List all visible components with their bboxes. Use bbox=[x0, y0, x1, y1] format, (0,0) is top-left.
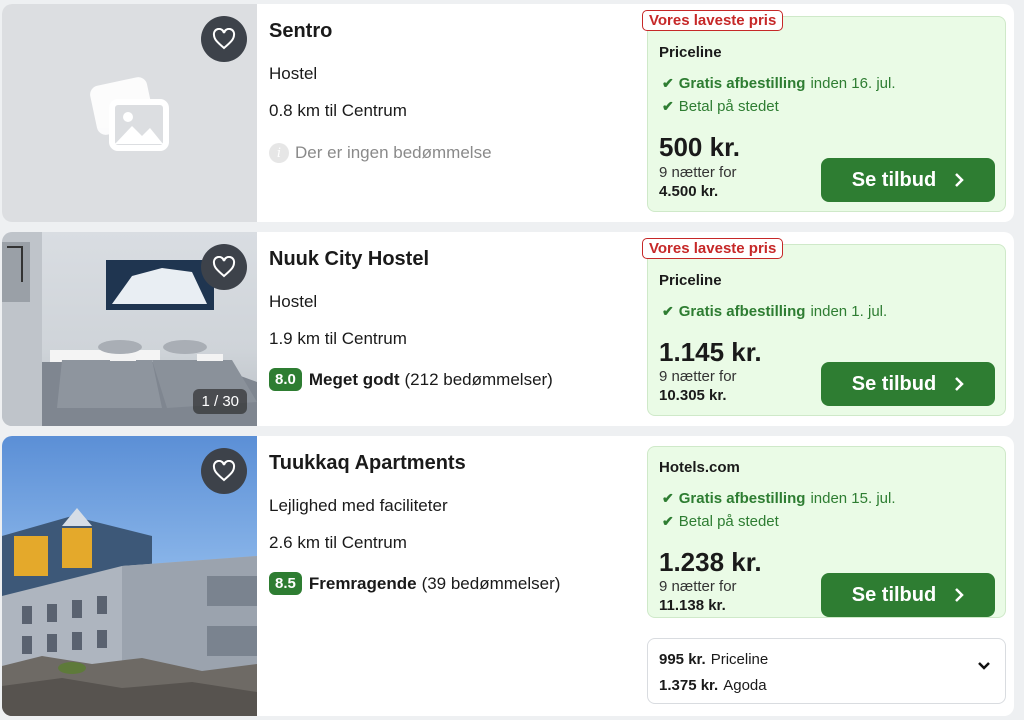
heart-icon bbox=[212, 28, 236, 50]
free-cancellation-perk: ✔ Gratis afbestilling inden 15. jul. bbox=[662, 490, 896, 507]
total-price: 10.305 kr. bbox=[659, 387, 727, 404]
nightly-price: 1.238 kr. bbox=[659, 547, 762, 577]
no-rating-text: Der er ingen bedømmelse bbox=[295, 143, 492, 162]
nights-label: 9 nætter for bbox=[659, 368, 737, 385]
review-count: (39 bedømmelser) bbox=[421, 573, 561, 593]
nightly-price: 1.145 kr. bbox=[659, 337, 762, 367]
check-icon: ✔ bbox=[662, 75, 674, 91]
chevron-right-icon bbox=[955, 588, 964, 602]
deal-box[interactable]: Hotels.com ✔ Gratis afbestilling inden 15… bbox=[647, 446, 1006, 618]
favorite-button[interactable] bbox=[201, 244, 247, 290]
hotel-name[interactable]: Tuukkaq Apartments bbox=[269, 452, 466, 475]
pay-at-property-perk: ✔ Betal på stedet bbox=[662, 98, 779, 115]
rating: 8.0 Meget godt (212 bedømmelser) bbox=[269, 368, 553, 391]
deal-provider: Priceline bbox=[659, 44, 722, 61]
check-icon: ✔ bbox=[662, 513, 674, 529]
chevron-right-icon bbox=[955, 173, 964, 187]
favorite-button[interactable] bbox=[201, 16, 247, 62]
hotel-name[interactable]: Nuuk City Hostel bbox=[269, 248, 429, 271]
lowest-price-badge: Vores laveste pris bbox=[642, 10, 784, 31]
total-price: 11.138 kr. bbox=[659, 597, 726, 614]
rating-label: Fremragende bbox=[308, 573, 417, 593]
see-offer-button[interactable]: Se tilbud bbox=[821, 362, 995, 406]
deal-box[interactable]: Priceline ✔ Gratis afbestilling inden 1. … bbox=[647, 244, 1006, 416]
distance-to-center: 1.9 km til Centrum bbox=[269, 329, 407, 348]
rating: 8.5 Fremragende (39 bedømmelser) bbox=[269, 572, 560, 595]
property-type: Hostel bbox=[269, 292, 318, 311]
check-icon: ✔ bbox=[662, 303, 674, 319]
info-icon: i bbox=[269, 143, 289, 163]
hotel-photo[interactable] bbox=[2, 436, 257, 716]
listing-card[interactable]: 1 / 30 Nuuk City Hostel Hostel 1.9 km ti… bbox=[2, 232, 1014, 426]
see-offer-button[interactable]: Se tilbud bbox=[821, 573, 995, 617]
hotel-name[interactable]: Sentro bbox=[269, 20, 332, 43]
review-count: (212 bedømmelser) bbox=[404, 369, 553, 389]
free-cancellation-perk: ✔ Gratis afbestilling inden 1. jul. bbox=[662, 303, 888, 320]
chevron-down-icon[interactable] bbox=[977, 661, 991, 671]
hotel-photo[interactable]: 1 / 30 bbox=[2, 232, 257, 426]
deal-provider: Hotels.com bbox=[659, 459, 740, 476]
no-rating-info: i Der er ingen bedømmelse bbox=[269, 143, 492, 163]
listing-card[interactable]: Sentro Hostel 0.8 km til Centrum i Der e… bbox=[2, 4, 1014, 222]
distance-to-center: 0.8 km til Centrum bbox=[269, 101, 407, 120]
free-cancellation-perk: ✔ Gratis afbestilling inden 16. jul. bbox=[662, 75, 896, 92]
heart-icon bbox=[212, 460, 236, 482]
hotel-photo-placeholder[interactable] bbox=[2, 4, 257, 222]
rating-label: Meget godt bbox=[308, 369, 400, 389]
listing-card[interactable]: Tuukkaq Apartments Lejlighed med facilit… bbox=[2, 436, 1014, 716]
favorite-button[interactable] bbox=[201, 448, 247, 494]
deal-provider: Priceline bbox=[659, 272, 722, 289]
other-offers-dropdown[interactable]: 995 kr. Priceline 1.375 kr. Agoda bbox=[647, 638, 1006, 704]
check-icon: ✔ bbox=[662, 98, 674, 114]
nights-label: 9 nætter for bbox=[659, 164, 737, 181]
see-offer-button[interactable]: Se tilbud bbox=[821, 158, 995, 202]
rating-score-badge: 8.0 bbox=[269, 368, 302, 391]
chevron-right-icon bbox=[955, 377, 964, 391]
nights-label: 9 nætter for bbox=[659, 578, 737, 595]
nightly-price: 500 kr. bbox=[659, 132, 740, 162]
alternative-offer: 1.375 kr. Agoda bbox=[659, 677, 767, 694]
alternative-offer: 995 kr. Priceline bbox=[659, 651, 769, 668]
pay-at-property-perk: ✔ Betal på stedet bbox=[662, 513, 779, 530]
property-type: Hostel bbox=[269, 64, 318, 83]
heart-icon bbox=[212, 256, 236, 278]
photo-counter: 1 / 30 bbox=[193, 389, 247, 414]
lowest-price-badge: Vores laveste pris bbox=[642, 238, 784, 259]
total-price: 4.500 kr. bbox=[659, 183, 719, 200]
check-icon: ✔ bbox=[662, 490, 674, 506]
deal-box[interactable]: Priceline ✔ Gratis afbestilling inden 16.… bbox=[647, 16, 1006, 212]
property-type: Lejlighed med faciliteter bbox=[269, 496, 448, 515]
rating-score-badge: 8.5 bbox=[269, 572, 302, 595]
distance-to-center: 2.6 km til Centrum bbox=[269, 533, 407, 552]
